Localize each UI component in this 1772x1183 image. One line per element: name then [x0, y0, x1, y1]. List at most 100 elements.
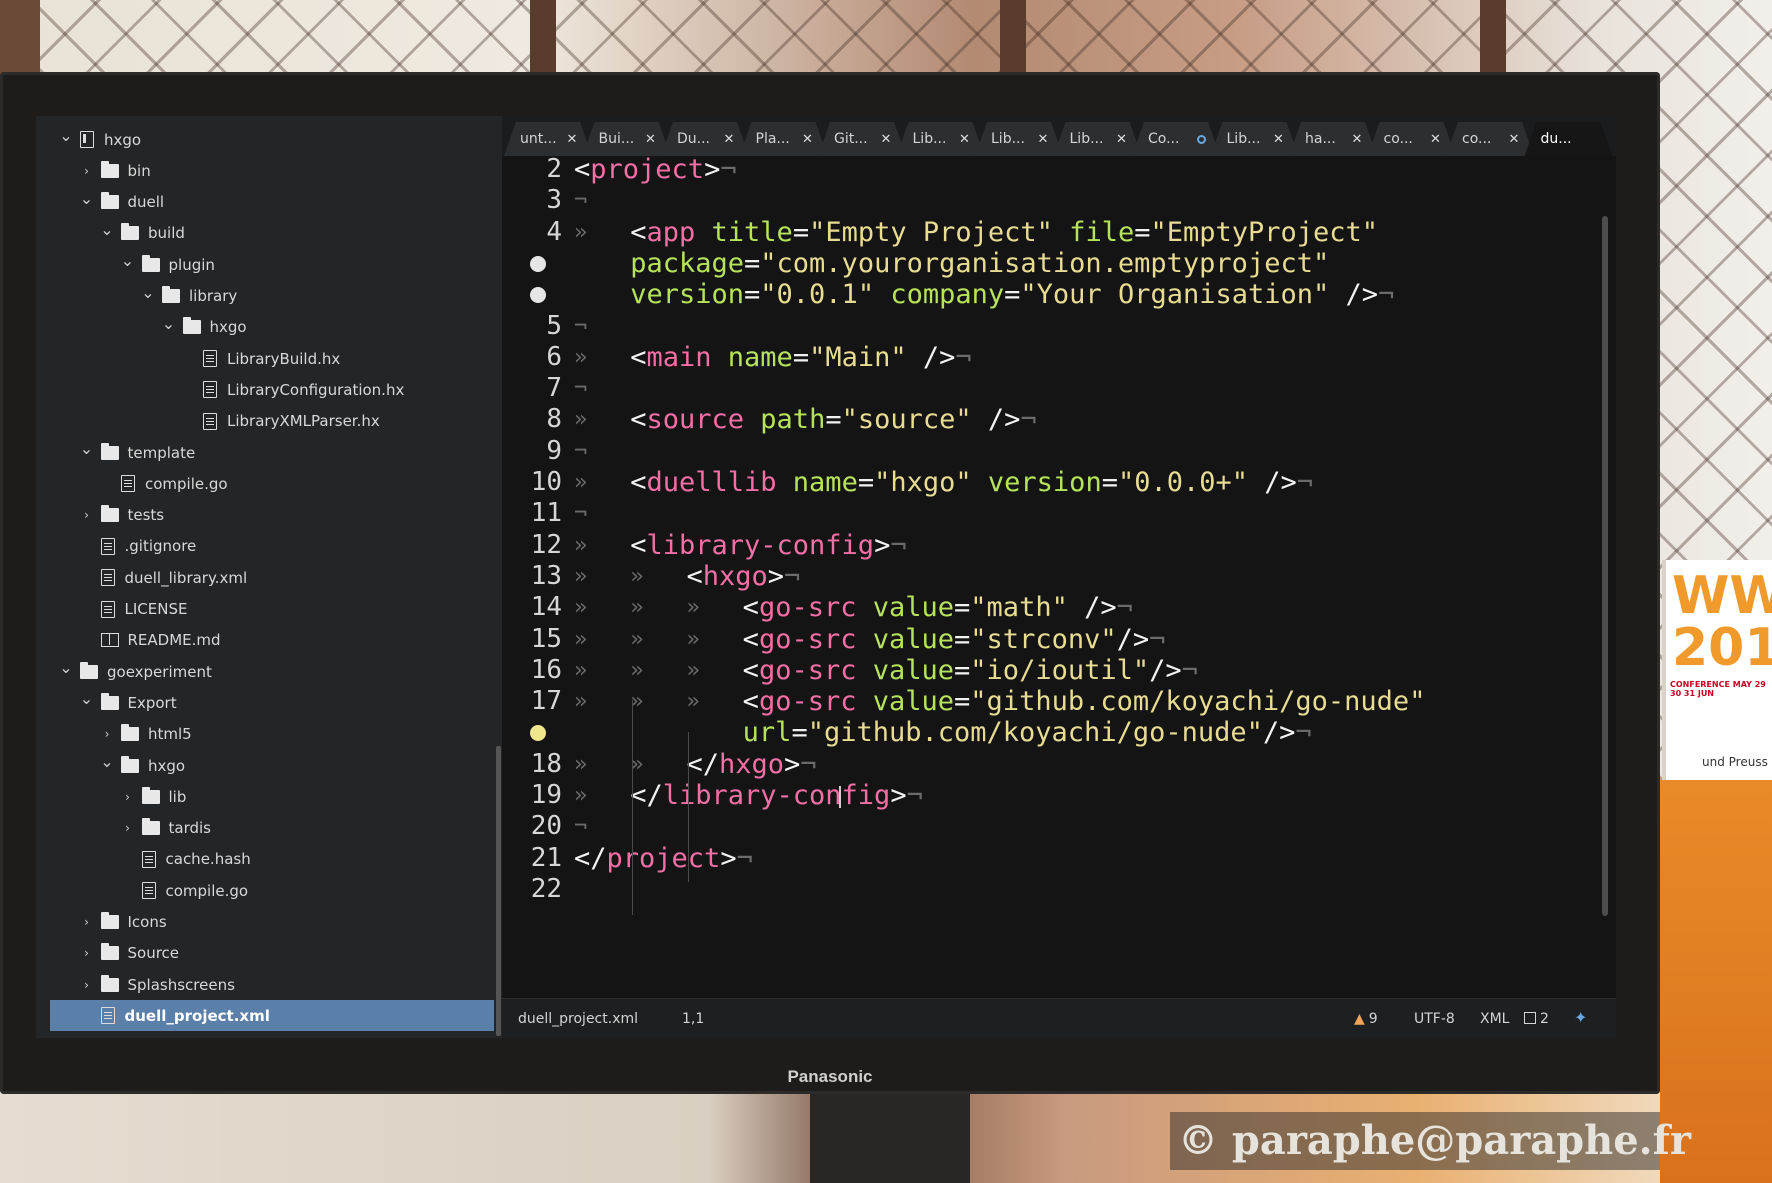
tree-item[interactable]: ›LibraryBuild.hx	[36, 343, 496, 374]
code-line[interactable]: <go-src value="io/ioutil"/>¬	[743, 653, 1198, 688]
code-line[interactable]: <library-config>¬	[630, 528, 906, 563]
line-number[interactable]: 20	[502, 809, 562, 844]
code-line[interactable]: <go-src value="strconv"/>¬	[743, 622, 1166, 657]
code-line[interactable]: <go-src value="math" />¬	[743, 590, 1133, 625]
squirrel-icon[interactable]: ✦	[1574, 1008, 1587, 1027]
line-number[interactable]: 15	[502, 622, 562, 657]
tree-item[interactable]: › Icons	[36, 907, 496, 938]
line-number[interactable]: 16	[502, 653, 562, 688]
tree-item[interactable]: ⌄ hxgo	[36, 124, 496, 155]
chevron-down-icon[interactable]: ⌄	[99, 752, 115, 771]
code-line[interactable]: <main name="Main" />¬	[630, 340, 971, 375]
line-number[interactable]: 12	[502, 528, 562, 563]
editor-tab[interactable]: co... ✕	[1368, 122, 1456, 156]
tree-item[interactable]: › Splashscreens	[36, 969, 496, 1000]
close-icon[interactable]: ✕	[562, 132, 582, 147]
code-line[interactable]: </library-config>¬	[630, 778, 923, 813]
chevron-down-icon[interactable]: ⌄	[79, 189, 95, 208]
line-number[interactable]: 3	[502, 183, 562, 218]
tree-item[interactable]: ›compile.go	[36, 468, 496, 499]
chevron-down-icon[interactable]: ⌄	[58, 126, 74, 145]
chevron-down-icon[interactable]: ⌄	[58, 658, 74, 677]
code-line[interactable]: <go-src value="github.com/koyachi/go-nud…	[743, 684, 1426, 719]
close-icon[interactable]: ✕	[955, 132, 975, 147]
code-line[interactable]: <duelllib name="hxgo" version="0.0.0+" /…	[630, 465, 1313, 500]
tree-item[interactable]: ⌄ build	[36, 218, 496, 249]
close-icon[interactable]: ✕	[1112, 132, 1132, 147]
editor-tab[interactable]: Lib... ✕	[1211, 122, 1299, 156]
close-icon[interactable]: ✕	[641, 132, 661, 147]
tree-scrollbar[interactable]	[496, 746, 501, 1036]
editor-tab[interactable]: Co...	[1132, 122, 1220, 156]
chevron-right-icon[interactable]: ›	[79, 164, 95, 178]
tree-item[interactable]: ⌄ library	[36, 281, 496, 312]
chevron-right-icon[interactable]: ›	[79, 915, 95, 929]
tree-item[interactable]: › tests	[36, 500, 496, 531]
line-number[interactable]: 22	[502, 872, 562, 907]
line-number[interactable]: 14	[502, 590, 562, 625]
tree-item[interactable]: ›cache.hash	[36, 844, 496, 875]
tree-item[interactable]: ⌄ duell	[36, 187, 496, 218]
status-file-name[interactable]: duell_project.xml	[518, 1011, 638, 1027]
editor-tab[interactable]: Lib... ✕	[897, 122, 985, 156]
editor-tab[interactable]: Git... ✕	[818, 122, 906, 156]
line-number[interactable]: 4	[502, 215, 562, 250]
status-cursor-position[interactable]: 1,1	[682, 1011, 704, 1027]
chevron-right-icon[interactable]: ›	[99, 727, 115, 741]
line-number[interactable]: 21	[502, 841, 562, 876]
code-line[interactable]: </project>¬	[574, 841, 753, 876]
editor-scrollbar[interactable]	[1602, 216, 1608, 916]
code-line[interactable]: <project>¬	[574, 156, 737, 187]
line-number[interactable]: 10	[502, 465, 562, 500]
status-encoding[interactable]: UTF-8	[1414, 1011, 1455, 1027]
status-warnings[interactable]: ▲ 9	[1354, 1011, 1378, 1027]
close-icon[interactable]: ✕	[1426, 132, 1446, 147]
editor-tab[interactable]: Bui... ✕	[583, 122, 671, 156]
tree-item[interactable]: ⌄ Export	[36, 687, 496, 718]
tree-item[interactable]: ⌄ goexperiment	[36, 656, 496, 687]
code-line[interactable]: <app title="Empty Project" file="EmptyPr…	[630, 215, 1378, 250]
close-icon[interactable]: ✕	[1504, 132, 1524, 147]
chevron-down-icon[interactable]: ⌄	[120, 251, 136, 270]
close-icon[interactable]: ✕	[798, 132, 818, 147]
chevron-down-icon[interactable]: ⌄	[140, 283, 156, 302]
editor-tab[interactable]: co... ✕	[1446, 122, 1534, 156]
tree-item[interactable]: › tardis	[36, 813, 496, 844]
code-line[interactable]: <hxgo>¬	[686, 559, 800, 594]
tree-item[interactable]: ›duell_library.xml	[36, 562, 496, 593]
close-icon[interactable]: ✕	[1347, 132, 1367, 147]
code-line[interactable]: version="0.0.1" company="Your Organisati…	[630, 277, 1394, 312]
editor-tab[interactable]: ha... ✕	[1289, 122, 1377, 156]
tree-item[interactable]: ⌄ hxgo	[36, 750, 496, 781]
editor-tab[interactable]: Lib... ✕	[1054, 122, 1142, 156]
tree-item[interactable]: ›README.md	[36, 625, 496, 656]
status-grammar[interactable]: XML	[1480, 1011, 1509, 1027]
tree-item[interactable]: ›LICENSE	[36, 594, 496, 625]
status-packages[interactable]: 2	[1524, 1011, 1549, 1027]
code-editor[interactable]: 2 3 4 5 6 7 8 9 10 11 12 13 14 15 16 17 18 19 20 21 22 <proje…	[502, 156, 1616, 998]
close-icon[interactable]: ✕	[719, 132, 739, 147]
editor-tab[interactable]: Du... ✕	[661, 122, 749, 156]
code-line[interactable]: package="com.yourorganisation.emptyproje…	[630, 246, 1329, 281]
line-number[interactable]: 11	[502, 496, 562, 531]
chevron-right-icon[interactable]: ›	[120, 790, 136, 804]
tree-item[interactable]: ⌄ hxgo	[36, 312, 496, 343]
chevron-right-icon[interactable]: ›	[120, 821, 136, 835]
editor-tab[interactable]: Pla... ✕	[740, 122, 828, 156]
code-line[interactable]: </hxgo>¬	[686, 747, 816, 782]
chevron-right-icon[interactable]: ›	[79, 946, 95, 960]
line-number[interactable]: 19	[502, 778, 562, 813]
tree-item[interactable]: ›LibraryXMLParser.hx	[36, 406, 496, 437]
editor-tab[interactable]: unt... ✕	[504, 122, 592, 156]
tree-view[interactable]: ⌄ hxgo › bin ⌄ duell ⌄ build ⌄ plugin ⌄ library ⌄ hxg…	[36, 116, 502, 1038]
code-line[interactable]: <source path="source" />¬	[630, 402, 1036, 437]
line-number[interactable]: 8	[502, 402, 562, 437]
chevron-down-icon[interactable]: ⌄	[99, 220, 115, 239]
line-number[interactable]: 13	[502, 559, 562, 594]
tree-item[interactable]: › bin	[36, 155, 496, 186]
close-icon[interactable]: ✕	[1033, 132, 1053, 147]
line-number[interactable]: 18	[502, 747, 562, 782]
line-number[interactable]: 5	[502, 309, 562, 344]
tree-item[interactable]: › lib	[36, 781, 496, 812]
line-number[interactable]: 17	[502, 684, 562, 719]
